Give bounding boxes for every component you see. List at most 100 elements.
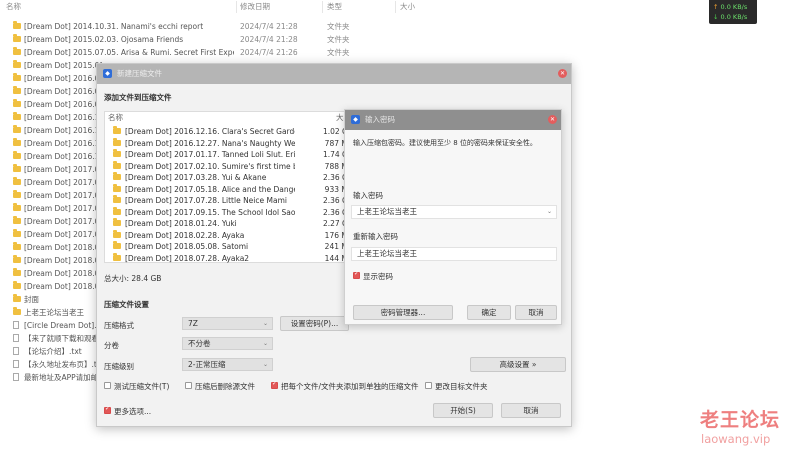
chevron-down-icon: ⌄ (262, 361, 268, 368)
show-password-checkbox[interactable] (353, 270, 360, 279)
separate-archives-checkbox[interactable] (271, 380, 278, 389)
more-options-checkbox[interactable] (104, 405, 111, 414)
password-dialog-title: 输入密码 (365, 115, 395, 124)
test-archive-checkbox[interactable] (104, 382, 111, 389)
set-password-button[interactable]: 设置密码(P)... (280, 316, 349, 331)
folder-icon (13, 21, 21, 29)
show-password-label[interactable]: 显示密码 (363, 271, 393, 282)
close-icon[interactable]: ✕ (558, 69, 567, 78)
table-row[interactable]: [Dream Dot] 2017.05.18. Alice and the Da… (113, 183, 353, 195)
password-cancel-button[interactable]: 取消 (515, 305, 557, 320)
folder-icon (13, 268, 21, 276)
file-name: 【论坛介绍】.txt (24, 347, 82, 356)
level-value: 2-正常压缩 (188, 360, 226, 369)
table-row[interactable]: [Dream Dot] 2018.07.28. Ayaka2 144 MB (113, 252, 353, 264)
column-divider[interactable] (322, 1, 323, 13)
change-target-folder-label[interactable]: 更改目标文件夹 (435, 381, 488, 392)
upload-speed: 0.0 KB/s (720, 3, 748, 11)
table-row[interactable]: [Dream Dot] 2017.01.17. Tanned Loli Slut… (113, 149, 353, 160)
table-row[interactable]: [Dream Dot] 2018.01.24. Yuki 2.27 GB (113, 218, 353, 229)
list-item[interactable]: [Dream Dot] 2015.07.05. Arisa & Rumi. Se… (0, 46, 460, 59)
folder-icon (13, 229, 21, 237)
column-divider[interactable] (395, 1, 396, 13)
table-row[interactable]: [Dream Dot] 2017.03.28. Yui & Akane 2.36 … (113, 172, 353, 183)
file-list-box[interactable]: 名称 大小 [Dream Dot] 2016.12.16. Clara's Se… (104, 111, 356, 263)
archive-file-name: [Dream Dot] 2018.01.24. Yuki (125, 219, 237, 228)
table-row[interactable]: [Dream Dot] 2017.02.10. Sumire's first t… (113, 160, 353, 172)
dialog-titlebar[interactable]: ◆ 新建压缩文件 ✕ (97, 64, 571, 84)
delete-source-label[interactable]: 压缩后删除源文件 (195, 381, 255, 392)
reenter-password-input[interactable]: 上老王论坛当老王 (351, 247, 557, 261)
file-type: 文件夹 (327, 22, 350, 31)
dialog-title: 新建压缩文件 (117, 69, 162, 78)
chevron-down-icon[interactable]: ⌄ (547, 206, 552, 218)
file-icon (13, 373, 19, 381)
file-name: [Dream Dot] 2017.07 (24, 217, 102, 226)
add-files-title: 添加文件到压缩文件 (104, 93, 172, 102)
file-name: [Dream Dot] 2017.09 (24, 230, 102, 239)
password-input[interactable]: 上老王论坛当老王 ⌄ (351, 205, 557, 219)
enter-password-label: 输入密码 (353, 191, 383, 200)
file-name: [Dream Dot] 2018.07 (24, 282, 102, 291)
archive-file-name: [Dream Dot] 2017.01.17. Tanned Loli Slut… (125, 150, 295, 159)
folder-icon (113, 183, 121, 192)
file-name: [Dream Dot] 2017.03 (24, 191, 102, 200)
column-header-type[interactable]: 类型 (327, 0, 342, 14)
file-name: [Dream Dot] 2017.05 (24, 204, 102, 213)
level-label: 压缩级别 (104, 362, 134, 371)
folder-icon (13, 177, 21, 185)
file-name: [Dream Dot] 2016.11 (24, 113, 102, 122)
test-archive-label[interactable]: 测试压缩文件(T) (114, 381, 169, 392)
folder-icon (13, 47, 21, 55)
folder-icon (113, 172, 121, 180)
format-select[interactable]: 7Z ⌄ (182, 317, 273, 330)
settings-title: 压缩文件设置 (104, 300, 149, 309)
file-name: [Dream Dot] 2018.05 (24, 269, 102, 278)
folder-icon (113, 137, 121, 146)
table-row[interactable]: [Dream Dot] 2016.12.16. Clara's Secret G… (113, 126, 353, 137)
archive-file-name: [Dream Dot] 2018.07.28. Ayaka2 (125, 253, 250, 263)
reenter-password-label: 重新输入密码 (353, 232, 398, 241)
column-header-size[interactable]: 大小 (400, 0, 415, 14)
cancel-button[interactable]: 取消 (501, 403, 561, 418)
file-name: [Dream Dot] 2015.09 (24, 61, 102, 70)
file-name: 【永久地址发布页】.txt (24, 360, 102, 369)
folder-icon (13, 151, 21, 159)
password-dialog: ◆ 输入密码 ✕ 输入压缩包密码。建议使用至少 8 位的密码来保证安全性。 输入… (344, 109, 562, 325)
close-icon[interactable]: ✕ (548, 115, 557, 124)
column-header-date[interactable]: 修改日期 (240, 0, 270, 14)
table-row[interactable]: [Dream Dot] 2017.07.28. Little Neice Mam… (113, 195, 353, 206)
list-item[interactable]: [Dream Dot] 2014.10.31. Nanami's ecchi r… (0, 20, 460, 33)
separate-archives-label[interactable]: 把每个文件/文件夹添加到单独的压缩文件 (281, 381, 419, 392)
folder-icon (13, 307, 21, 315)
folder-icon (13, 125, 21, 133)
table-row[interactable]: [Dream Dot] 2016.12.27. Nana's Naughty W… (113, 137, 353, 149)
change-target-folder-checkbox[interactable] (425, 382, 432, 389)
start-button[interactable]: 开始(S) (433, 403, 493, 418)
ok-button[interactable]: 确定 (467, 305, 511, 320)
column-header-name[interactable]: 名称 (6, 0, 21, 14)
list-header-name[interactable]: 名称 (108, 112, 123, 124)
folder-icon (13, 73, 21, 81)
file-name: [Dream Dot] 2015.02.03. Ojosama Friends (24, 35, 184, 44)
file-name: [Dream Dot] 2016.12 (24, 139, 102, 148)
split-select[interactable]: 不分卷 ⌄ (182, 337, 273, 350)
password-dialog-titlebar[interactable]: ◆ 输入密码 ✕ (345, 110, 561, 130)
table-row[interactable]: [Dream Dot] 2018.05.08. Satomi 241 MB (113, 241, 353, 252)
level-select[interactable]: 2-正常压缩 ⌄ (182, 358, 273, 371)
column-divider[interactable] (236, 1, 237, 13)
password-manager-button[interactable]: 密码管理器... (353, 305, 453, 320)
advanced-settings-button[interactable]: 高级设置 » (470, 357, 566, 372)
folder-icon (13, 99, 21, 107)
more-options-label[interactable]: 更多选项... (114, 406, 151, 417)
file-name: [Dream Dot] 2018.01 (24, 243, 102, 252)
file-icon (13, 347, 19, 355)
list-item[interactable]: [Dream Dot] 2015.02.03. Ojosama Friends 2… (0, 33, 460, 46)
app-logo-icon: ◆ (103, 69, 112, 78)
folder-icon (13, 190, 21, 198)
delete-source-checkbox[interactable] (185, 382, 192, 389)
table-row[interactable]: [Dream Dot] 2018.02.28. Ayaka 176 MB (113, 229, 353, 241)
table-row[interactable]: [Dream Dot] 2017.09.15. The School Idol … (113, 206, 353, 218)
folder-icon (13, 255, 21, 263)
file-name: [Dream Dot] 2018.02 (24, 256, 102, 265)
